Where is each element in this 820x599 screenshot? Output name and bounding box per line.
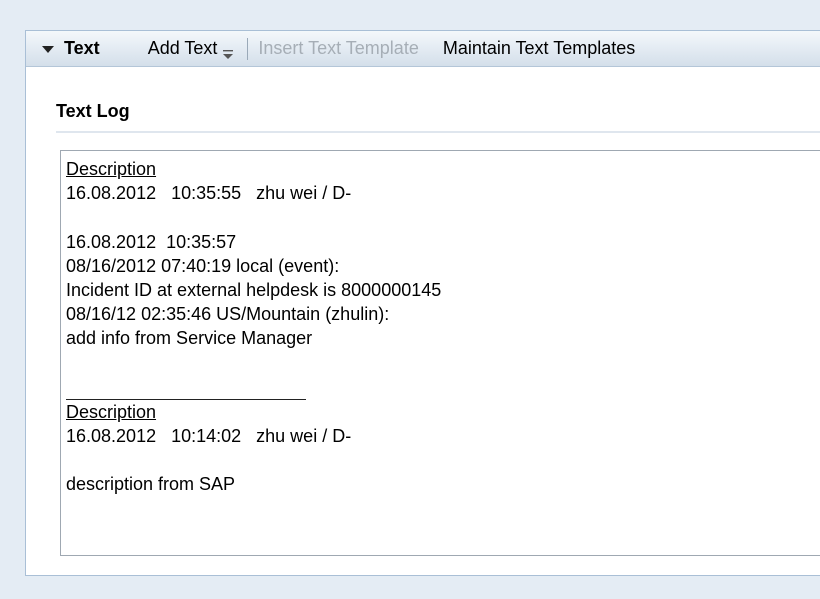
add-text-menu-button[interactable]: Add Text	[148, 38, 234, 59]
text-log-box[interactable]: Description 16.08.2012 10:35:55 zhu wei …	[60, 150, 820, 556]
entry-meta: 16.08.2012 10:35:55 zhu wei / D-	[66, 183, 352, 204]
text-panel: Text Add Text Insert Text Template Maint…	[25, 30, 820, 576]
entry-body-line: Incident ID at external helpdesk is 8000…	[66, 279, 442, 300]
section-divider	[56, 131, 820, 133]
text-toggle-label: Text	[64, 38, 100, 58]
entry-body-line: add info from Service Manager	[66, 328, 313, 349]
entry-body-line: 08/16/2012 07:40:19 local (event):	[66, 255, 340, 276]
toolbar-separator	[247, 37, 249, 60]
entry-body-line: 16.08.2012 10:35:57	[66, 231, 237, 252]
entry-meta: 16.08.2012 10:14:02 zhu wei / D-	[66, 425, 352, 446]
collapse-triangle-icon	[42, 46, 54, 53]
menu-dropdown-icon	[223, 44, 234, 59]
text-collapse-toggle[interactable]: Text	[42, 38, 100, 59]
add-text-label: Add Text	[147, 38, 218, 58]
entry-heading: Description	[66, 159, 157, 179]
entry-heading: Description	[66, 401, 157, 422]
section-title: Text Log	[56, 101, 130, 121]
text-toolbar: Text Add Text Insert Text Template Maint…	[26, 31, 820, 67]
entry-body-line: description from SAP	[66, 474, 236, 495]
insert-text-template-button[interactable]: Insert Text Template	[258, 38, 418, 59]
entry-body-line: 08/16/12 02:35:46 US/Mountain (zhulin):	[66, 304, 390, 325]
maintain-text-templates-button[interactable]: Maintain Text Templates	[443, 38, 635, 59]
